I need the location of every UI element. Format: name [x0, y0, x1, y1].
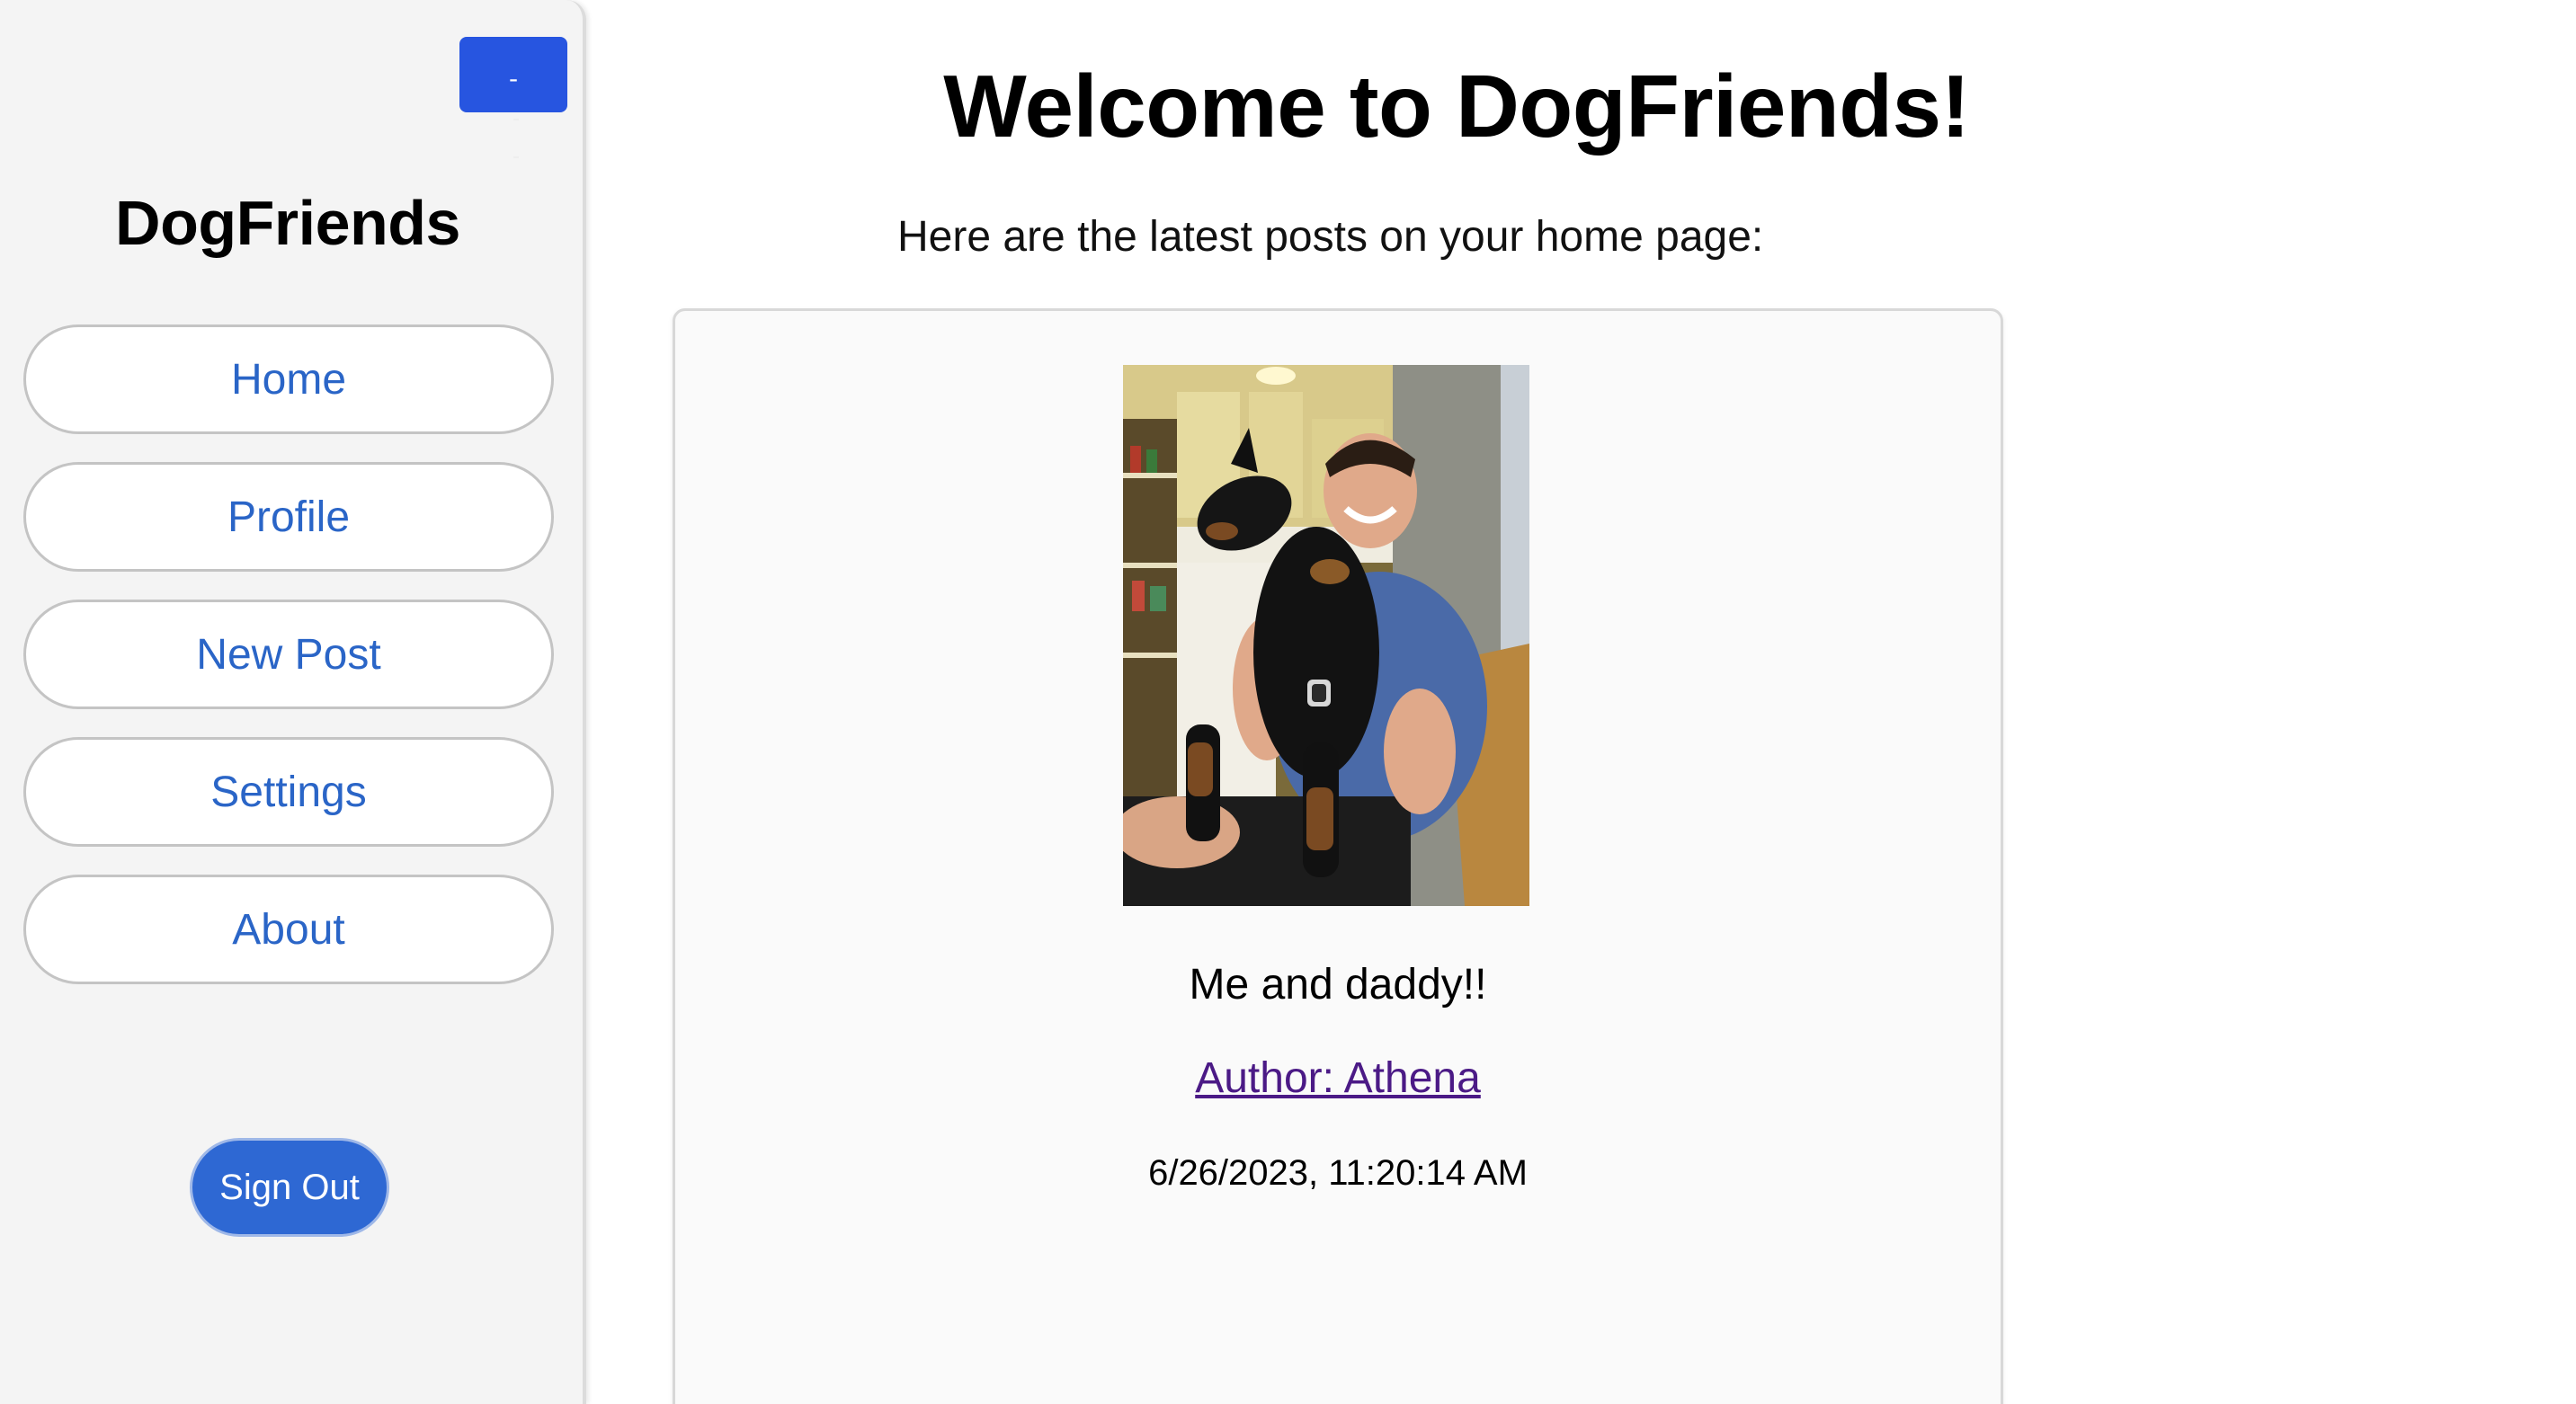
- sidebar: - DogFriends Home Profile New Post Setti…: [0, 0, 586, 1404]
- post-caption: Me and daddy!!: [1189, 961, 1487, 1009]
- page-subtitle: Here are the latest posts on your home p…: [897, 213, 1764, 261]
- nav-new-post-button[interactable]: New Post: [23, 600, 554, 709]
- sidebar-brand: DogFriends: [115, 188, 460, 258]
- post-photo: [1123, 365, 1529, 906]
- post-timestamp: 6/26/2023, 11:20:14 AM: [1148, 1153, 1528, 1193]
- post-image: [1123, 365, 1529, 906]
- indicator-tick: [513, 119, 519, 120]
- app-root: - DogFriends Home Profile New Post Setti…: [0, 0, 2576, 1404]
- sign-out-button[interactable]: Sign Out: [190, 1138, 389, 1237]
- collapse-label: -: [508, 63, 519, 93]
- post-card: Me and daddy!! Author: Athena 6/26/2023,…: [673, 308, 2003, 1404]
- post-author-container: Author: Athena: [675, 1053, 2001, 1103]
- nav-about-button[interactable]: About: [23, 875, 554, 984]
- sidebar-collapse-button[interactable]: -: [459, 37, 567, 112]
- nav-home-button[interactable]: Home: [23, 324, 554, 434]
- nav-profile-button[interactable]: Profile: [23, 462, 554, 572]
- indicator-tick: [513, 156, 519, 158]
- nav-settings-button[interactable]: Settings: [23, 737, 554, 847]
- page-title: Welcome to DogFriends!: [943, 57, 1970, 156]
- post-author-link[interactable]: Author: Athena: [1195, 1054, 1481, 1102]
- collapse-indicator: [513, 119, 519, 194]
